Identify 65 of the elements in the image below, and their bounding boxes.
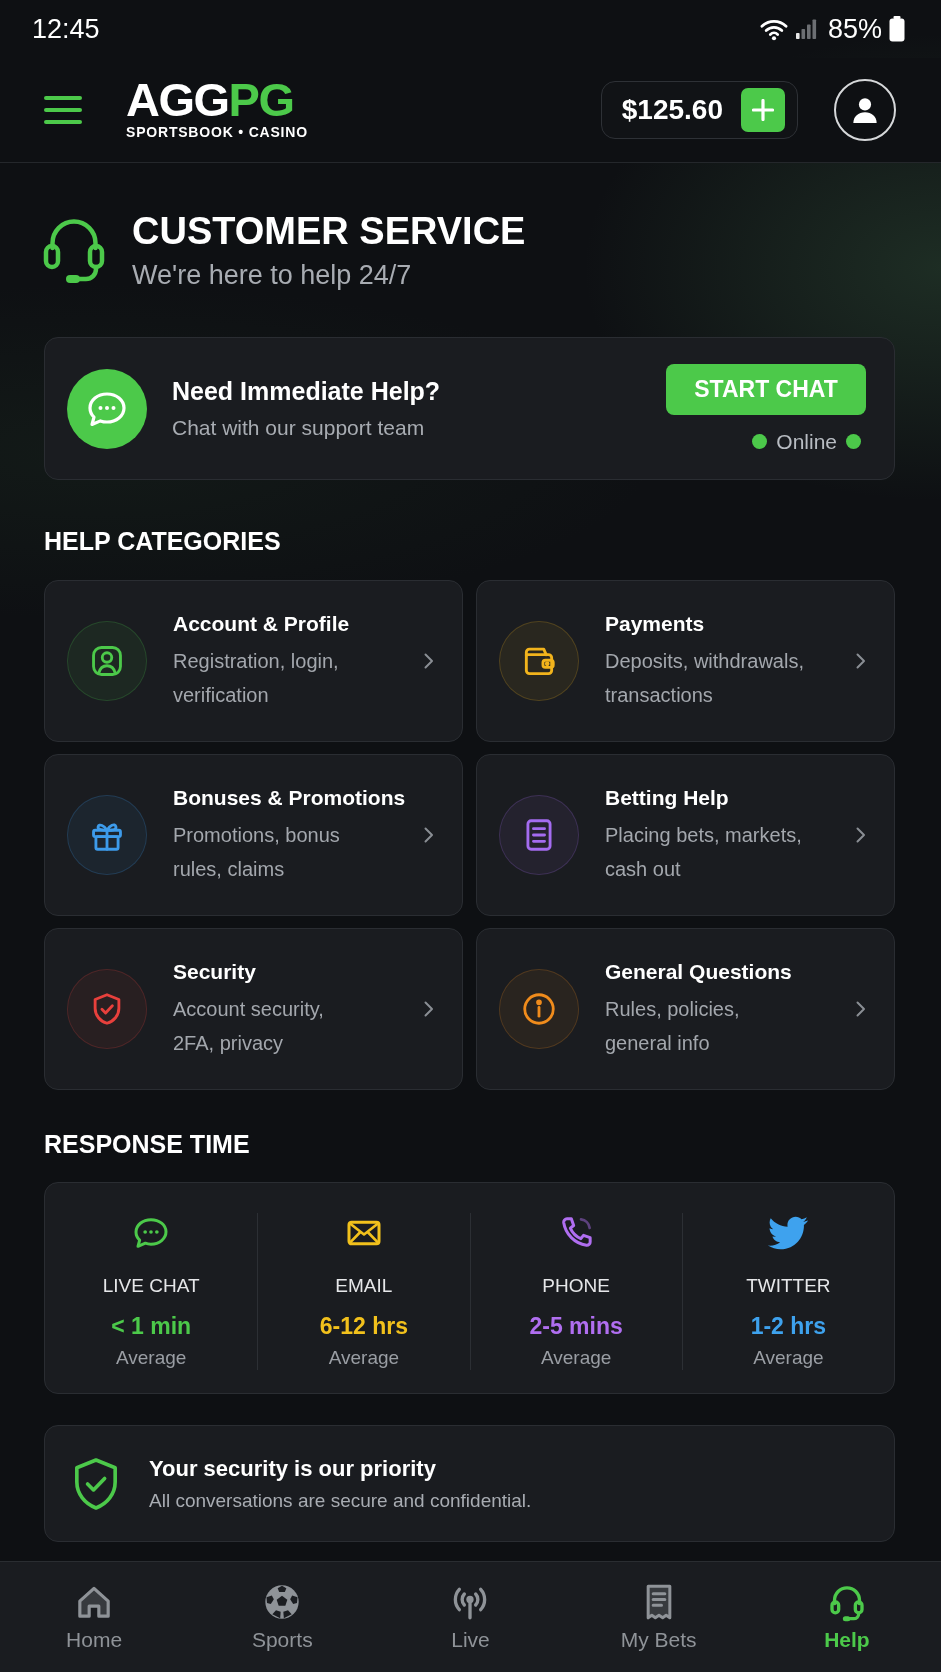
- channel-name: LIVE CHAT: [102, 1274, 200, 1298]
- shield-check-icon: [73, 1456, 119, 1511]
- nav-tab[interactable]: Help: [824, 1581, 870, 1653]
- nav-tab[interactable]: My Bets: [620, 1581, 697, 1653]
- chat-title: Need Immediate Help?: [172, 376, 441, 407]
- battery-icon: [889, 16, 905, 42]
- status-text: Online: [776, 429, 837, 454]
- response-time-note: Average: [328, 1346, 400, 1370]
- category-title: General Questions: [605, 959, 793, 985]
- category-description: Account security, 2FA, privacy: [173, 997, 325, 1056]
- response-time-value: 1-2 hrs: [750, 1312, 827, 1341]
- response-time-note: Average: [753, 1346, 824, 1370]
- chevron-right-icon: [856, 827, 866, 843]
- response-time-note: Average: [115, 1346, 187, 1370]
- chevron-right-icon: [856, 653, 866, 669]
- chevron-right-icon: [424, 827, 434, 843]
- category-description: Deposits, withdrawals, transactions: [605, 649, 805, 708]
- nav-tab[interactable]: Home: [66, 1581, 123, 1653]
- response-time-value: < 1 min: [111, 1312, 192, 1341]
- category-description: Promotions, bonus rules, claims: [173, 823, 341, 882]
- help-category-card[interactable]: Account & Profile Registration, login, verification: [44, 580, 463, 742]
- plus-icon: [752, 99, 774, 121]
- logo-tagline: SPORTSBOOK • CASINO: [126, 124, 308, 140]
- help-category-card[interactable]: Security Account security, 2FA, privacy: [44, 928, 463, 1090]
- nav-tab[interactable]: Sports: [251, 1581, 313, 1653]
- help-category-card[interactable]: General Questions Rules, policies, general info: [476, 928, 895, 1090]
- response-time-note: Average: [540, 1346, 612, 1370]
- chat-subtitle: Chat with our support team: [172, 415, 426, 441]
- status-time: 12:45: [32, 13, 100, 45]
- channel-name: PHONE: [542, 1274, 610, 1298]
- signal-icon: [794, 19, 817, 39]
- user-silhouette-icon: [851, 96, 879, 124]
- response-time-value: 6-12 hrs: [319, 1312, 408, 1341]
- add-funds-button[interactable]: [741, 88, 785, 132]
- category-title: Betting Help: [605, 785, 730, 811]
- response-time-value: 2-5 mins: [529, 1312, 623, 1341]
- security-text: All conversations are secure and confidential.: [149, 1488, 532, 1513]
- wifi-icon: [759, 17, 788, 41]
- category-title: Security: [173, 959, 257, 985]
- page-subtitle: We're here to help 24/7: [132, 259, 413, 292]
- section-heading: HELP CATEGORIES: [44, 527, 282, 555]
- menu-icon[interactable]: [44, 95, 82, 125]
- category-description: Registration, login, verification: [173, 649, 340, 708]
- chevron-right-icon: [856, 1001, 866, 1017]
- category-description: Rules, policies, general info: [605, 997, 741, 1056]
- help-category-card[interactable]: Payments Deposits, withdrawals, transactions: [476, 580, 895, 742]
- logo-wordmark: AGGPG: [126, 80, 295, 120]
- security-title: Your security is our priority: [149, 1454, 437, 1483]
- chevron-right-icon: [424, 1001, 434, 1017]
- help-category-card[interactable]: Betting Help Placing bets, markets, cash out: [476, 754, 895, 916]
- page-title: CUSTOMER SERVICE: [132, 209, 526, 254]
- profile-button[interactable]: [834, 79, 896, 141]
- battery-percentage: 85%: [827, 13, 882, 45]
- section-heading: RESPONSE TIME: [44, 1130, 251, 1158]
- channel-name: EMAIL: [335, 1274, 393, 1298]
- help-category-card[interactable]: Bonuses & Promotions Promotions, bonus rules, claims: [44, 754, 463, 916]
- category-description: Placing bets, markets, cash out: [605, 823, 803, 882]
- category-title: Account & Profile: [173, 611, 351, 637]
- chat-bubble-icon: [67, 368, 147, 449]
- channel-name: TWITTER: [746, 1274, 831, 1298]
- nav-tab[interactable]: Live: [450, 1581, 491, 1653]
- category-title: Payments: [605, 611, 706, 637]
- balance-amount: $125.60: [621, 94, 723, 126]
- chevron-right-icon: [424, 653, 434, 669]
- category-title: Bonuses & Promotions: [173, 785, 407, 811]
